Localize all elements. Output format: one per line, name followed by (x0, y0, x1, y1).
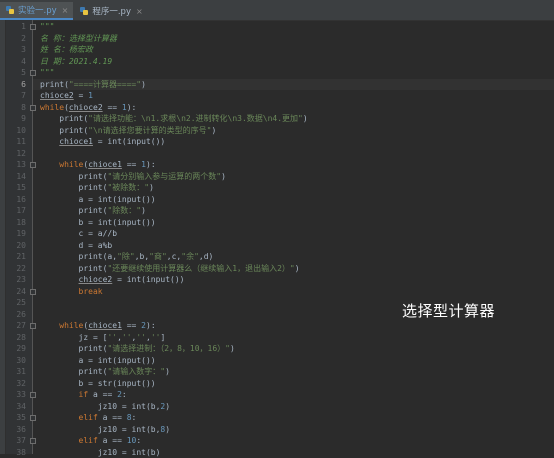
fold-marker-icon[interactable] (30, 415, 36, 421)
code-line: """ (40, 67, 54, 79)
code-line: 日 期：2021.4.19 (40, 56, 112, 68)
code-line: b = str(input()) (40, 378, 156, 390)
code-line: elif a == 8: (40, 412, 136, 424)
line-number: 33 (6, 389, 26, 401)
fold-marker-icon[interactable] (30, 105, 36, 111)
tab-label: 实验一.py (18, 4, 57, 16)
code-line: jz10 = int(b,2) (40, 401, 170, 413)
line-number: 24 (6, 286, 26, 298)
line-number: 5 (6, 67, 26, 79)
line-number: 35 (6, 412, 26, 424)
line-number: 3 (6, 44, 26, 56)
code-line: d = a%b (40, 240, 112, 252)
code-line: print("\n请选择您要计算的类型的序号") (40, 125, 216, 137)
code-line: chioce2 = 1 (40, 90, 93, 102)
line-number: 12 (6, 148, 26, 160)
code-line: elif a == 10: (40, 435, 141, 447)
line-number: 38 (6, 447, 26, 458)
code-line: print("请输入数字：") (40, 366, 170, 378)
code-line: """ (40, 21, 54, 33)
code-line: print("被除数：") (40, 182, 154, 194)
fold-marker-icon[interactable] (30, 24, 36, 30)
line-number: 13 (6, 159, 26, 171)
line-number: 36 (6, 424, 26, 436)
line-number: 1 (6, 21, 26, 33)
line-number: 6 (6, 79, 26, 91)
close-icon[interactable]: × (62, 6, 69, 15)
code-line: jz10 = int(b) (40, 447, 160, 458)
tab-2[interactable]: 程序一.py × (74, 2, 147, 20)
code-line: chioce1 = int(input()) (40, 136, 165, 148)
code-line: print("====计算器====") (40, 79, 146, 91)
line-number: 31 (6, 366, 26, 378)
code-line: print("除数：") (40, 205, 146, 217)
line-number: 37 (6, 435, 26, 447)
line-number: 8 (6, 102, 26, 114)
line-number: 4 (6, 56, 26, 68)
code-line: c = a//b (40, 228, 117, 240)
python-file-icon (6, 6, 14, 14)
code-line: if a == 2: (40, 389, 127, 401)
code-line: print("请选择功能：\n1.求根\n2.进制转化\n3.数据\n4.更加"… (40, 113, 308, 125)
code-line: while(chioce2 == 1): (40, 102, 136, 114)
fold-marker-icon[interactable] (30, 438, 36, 444)
line-number: 9 (6, 113, 26, 125)
line-number: 29 (6, 343, 26, 355)
line-number: 10 (6, 125, 26, 137)
code-line: a = int(input()) (40, 194, 156, 206)
line-number: 7 (6, 90, 26, 102)
close-icon[interactable]: × (136, 7, 143, 16)
code-line: jz = ['','','',''] (40, 332, 165, 344)
line-number: 34 (6, 401, 26, 413)
code-line: break (40, 286, 103, 298)
line-number: 23 (6, 274, 26, 286)
line-number: 14 (6, 171, 26, 183)
fold-marker-icon[interactable] (30, 162, 36, 168)
fold-marker-icon[interactable] (30, 70, 36, 76)
line-number: 19 (6, 228, 26, 240)
python-file-icon (80, 7, 88, 15)
code-line: jz10 = int(b,8) (40, 424, 170, 436)
line-number: 16 (6, 194, 26, 206)
code-line: while(chioce1 == 1): (40, 159, 156, 171)
line-number: 27 (6, 320, 26, 332)
line-number: 26 (6, 309, 26, 321)
code-line: 姓 名：杨宏政 (40, 44, 93, 56)
code-line: print(a,"除",b,"商",c,"余",d) (40, 251, 213, 263)
line-number: 21 (6, 251, 26, 263)
line-number: 22 (6, 263, 26, 275)
code-line: print("请选择进制：（2，8，10，16）") (40, 343, 235, 355)
line-number: 11 (6, 136, 26, 148)
code-line: print("还要继续使用计算器么（继续输入1，退出输入2）") (40, 263, 300, 275)
code-line: print("请分别输入参与运算的两个数") (40, 171, 226, 183)
overlay-caption: 选择型计算器 (402, 300, 495, 321)
code-line: 名 称：选择型计算器 (40, 33, 117, 45)
fold-marker-icon[interactable] (30, 289, 36, 295)
line-number: 30 (6, 355, 26, 367)
code-line: b = int(input()) (40, 217, 156, 229)
code-line: a = int(input()) (40, 355, 156, 367)
line-number: 2 (6, 33, 26, 45)
line-number: 15 (6, 182, 26, 194)
fold-marker-icon[interactable] (30, 392, 36, 398)
tab-1[interactable]: 实验一.py × (0, 2, 73, 20)
tab-label: 程序一.py (92, 5, 131, 17)
editor-tab-bar: 实验一.py × 程序一.py × (0, 0, 554, 21)
code-line: while(chioce1 == 2): (40, 320, 156, 332)
line-number: 32 (6, 378, 26, 390)
line-number: 18 (6, 217, 26, 229)
line-number: 20 (6, 240, 26, 252)
line-number: 28 (6, 332, 26, 344)
code-line: chioce2 = int(input()) (40, 274, 185, 286)
line-number: 25 (6, 297, 26, 309)
line-number: 17 (6, 205, 26, 217)
fold-marker-icon[interactable] (30, 323, 36, 329)
